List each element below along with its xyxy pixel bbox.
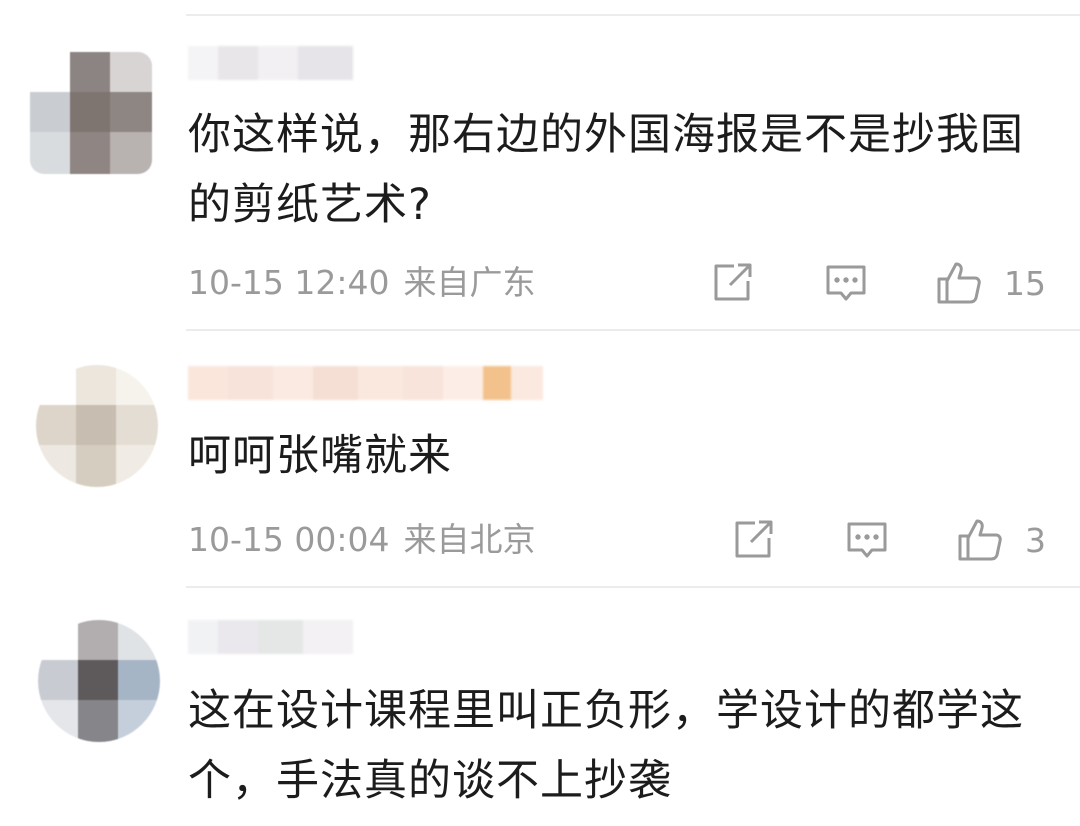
comment-time: 10-15 00:04 [188,520,390,559]
divider-top [186,14,1080,16]
thumbs-up-icon [937,262,981,304]
share-icon [714,263,752,301]
comment-icon [847,522,887,558]
divider [186,586,1080,588]
avatar[interactable] [38,620,160,742]
username-blurred[interactable] [188,366,543,400]
comment-text: 这在设计课程里叫正负形，学设计的都学这个，手法真的谈不上抄袭 [188,686,1024,806]
share-button[interactable] [731,518,775,562]
divider [186,329,1080,331]
comment-time: 10-15 12:40 [188,263,390,302]
avatar[interactable] [30,52,152,174]
share-button[interactable] [710,261,754,305]
username-blurred[interactable] [188,620,353,654]
comment-meta: 10-15 00:04 来自北京 [188,518,535,562]
comment-text: 呵呵张嘴就来 [188,431,452,481]
like-button[interactable]: 3 [957,518,1046,562]
share-icon [735,520,773,558]
comment-location: 来自广东 [403,263,536,302]
comment-icon [826,265,866,301]
avatar[interactable] [36,365,158,487]
like-count: 15 [1004,263,1046,303]
comment-text: 你这样说，那右边的外国海报是不是抄我国的剪纸艺术? [188,110,1024,230]
reply-button[interactable] [845,518,889,562]
username-blurred[interactable] [188,46,353,80]
like-button[interactable]: 15 [936,261,1046,305]
comment-meta: 10-15 12:40 来自广东 [188,261,535,305]
thumbs-up-icon [958,519,1002,561]
like-count: 3 [1025,520,1046,560]
reply-button[interactable] [824,261,868,305]
comment-location: 来自北京 [403,520,536,559]
